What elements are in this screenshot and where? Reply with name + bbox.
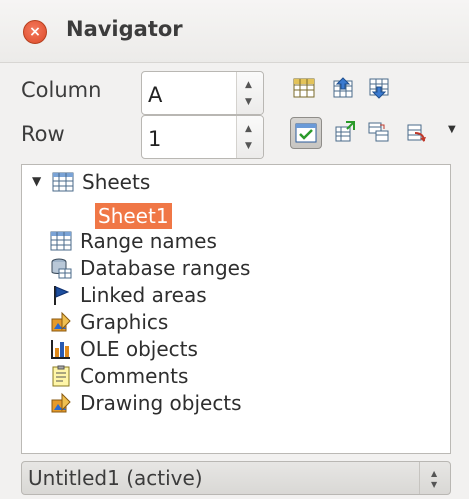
column-input[interactable]: A ▲ ▼ bbox=[141, 71, 264, 115]
start-icon[interactable] bbox=[332, 77, 354, 99]
tree-item-label: Drawing objects bbox=[80, 391, 242, 415]
contents-toggle-button[interactable] bbox=[290, 117, 322, 149]
row-input[interactable]: 1 ▲ ▼ bbox=[141, 115, 264, 159]
column-label: Column bbox=[21, 78, 102, 102]
close-icon[interactable]: × bbox=[23, 20, 47, 44]
column-spin-buttons[interactable]: ▲ ▼ bbox=[236, 72, 263, 114]
tree-item-label: OLE objects bbox=[80, 337, 198, 361]
table-icon bbox=[52, 172, 74, 192]
graphics-icon bbox=[51, 311, 71, 332]
drag-mode-dropdown-icon[interactable]: ▼ bbox=[448, 124, 456, 135]
tree-item-sheet1[interactable]: Sheet1 bbox=[95, 203, 172, 229]
updown-arrows-icon[interactable]: ▲ ▼ bbox=[419, 462, 450, 494]
row-label: Row bbox=[21, 122, 65, 146]
flag-icon bbox=[54, 286, 70, 305]
data-range-icon[interactable] bbox=[293, 77, 315, 99]
toggle-icon[interactable] bbox=[334, 121, 356, 143]
tree-item-label: Database ranges bbox=[80, 256, 251, 280]
column-value: A bbox=[148, 83, 163, 107]
database-icon bbox=[51, 258, 72, 279]
tree-item-label: Linked areas bbox=[80, 283, 207, 307]
document-select[interactable]: Untitled1 (active) ▲ ▼ bbox=[21, 461, 451, 495]
scenarios-icon[interactable] bbox=[368, 121, 390, 143]
tree-item-label: Graphics bbox=[80, 310, 169, 334]
range-names-icon bbox=[50, 231, 72, 251]
expand-arrow-icon[interactable]: ▼ bbox=[32, 174, 41, 188]
tree-item-label: Sheets bbox=[82, 170, 151, 194]
document-select-value: Untitled1 (active) bbox=[28, 466, 203, 490]
note-icon bbox=[52, 365, 70, 387]
tree-item-label: Comments bbox=[80, 364, 189, 388]
window-title: Navigator bbox=[66, 17, 183, 41]
contents-icon bbox=[295, 123, 317, 143]
drag-mode-icon[interactable] bbox=[405, 121, 427, 143]
row-value: 1 bbox=[148, 127, 162, 151]
tree-item-label: Range names bbox=[80, 229, 217, 253]
end-icon[interactable] bbox=[368, 77, 390, 99]
chart-icon bbox=[51, 340, 70, 359]
row-spin-buttons[interactable]: ▲ ▼ bbox=[236, 116, 263, 158]
title-bar: × Navigator bbox=[0, 0, 469, 63]
drawing-icon bbox=[51, 392, 71, 413]
navigator-tree[interactable]: ▼ Sheets Sheet1 Range names Database ran… bbox=[21, 164, 451, 454]
